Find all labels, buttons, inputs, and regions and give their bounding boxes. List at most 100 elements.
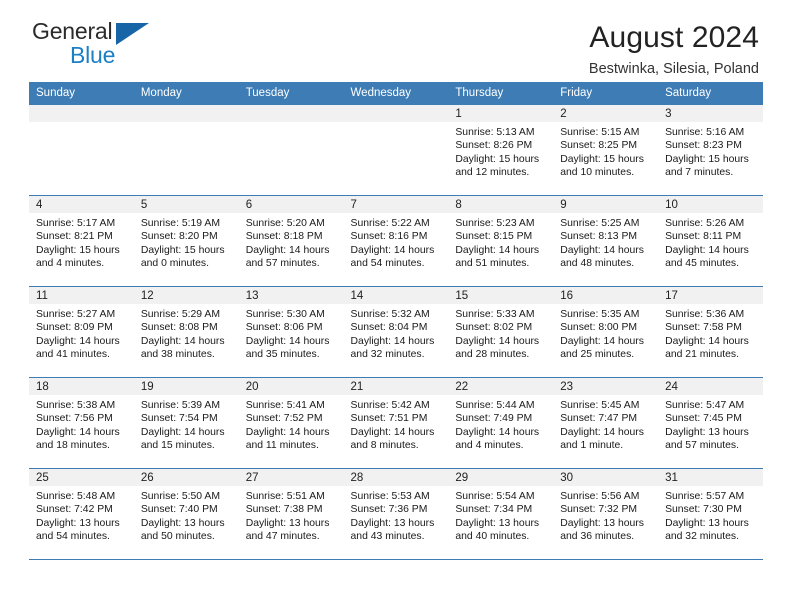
sunset-text: Sunset: 8:21 PM [36,231,113,243]
day-cell[interactable]: 6 Sunrise: 5:20 AM Sunset: 8:18 PM Dayli… [238,195,344,287]
day-cell[interactable]: 27 Sunrise: 5:51 AM Sunset: 7:38 PM Dayl… [238,468,344,560]
daylight-text-line2: and 4 minutes. [36,258,105,270]
day-cell[interactable] [238,104,344,196]
day-info: Sunrise: 5:45 AM Sunset: 7:47 PM Dayligh… [553,395,658,453]
sunset-text: Sunset: 7:49 PM [455,413,533,425]
sunrise-text: Sunrise: 5:22 AM [350,218,430,229]
day-info: Sunrise: 5:42 AM Sunset: 7:51 PM Dayligh… [344,395,449,453]
day-number: 9 [553,196,659,213]
day-info: Sunrise: 5:16 AM Sunset: 8:23 PM Dayligh… [658,122,763,180]
day-cell[interactable]: 19 Sunrise: 5:39 AM Sunset: 7:54 PM Dayl… [133,377,239,469]
day-cell-inner: 30 Sunrise: 5:56 AM Sunset: 7:32 PM Dayl… [553,469,659,559]
sunset-text: Sunset: 7:30 PM [665,504,742,516]
day-cell[interactable]: 30 Sunrise: 5:56 AM Sunset: 7:32 PM Dayl… [553,468,659,560]
day-cell[interactable]: 18 Sunrise: 5:38 AM Sunset: 7:56 PM Dayl… [29,377,134,469]
daylight-text-line2: and 1 minute. [560,440,624,452]
day-cell[interactable]: 7 Sunrise: 5:22 AM Sunset: 8:16 PM Dayli… [343,195,449,287]
day-info [239,122,344,126]
day-cell[interactable]: 8 Sunrise: 5:23 AM Sunset: 8:15 PM Dayli… [448,195,554,287]
day-cell[interactable]: 21 Sunrise: 5:42 AM Sunset: 7:51 PM Dayl… [343,377,449,469]
day-info: Sunrise: 5:17 AM Sunset: 8:21 PM Dayligh… [29,213,134,271]
week-row: 11 Sunrise: 5:27 AM Sunset: 8:09 PM Dayl… [29,286,763,378]
week-row: 4 Sunrise: 5:17 AM Sunset: 8:21 PM Dayli… [29,195,763,287]
sunset-text: Sunset: 8:09 PM [36,322,113,334]
day-cell-inner: 5 Sunrise: 5:19 AM Sunset: 8:20 PM Dayli… [133,196,239,286]
daylight-text-line1: Daylight: 14 hours [455,335,540,347]
day-cell-inner: 28 Sunrise: 5:53 AM Sunset: 7:36 PM Dayl… [343,469,449,559]
sunrise-text: Sunrise: 5:19 AM [140,218,220,229]
day-number: 4 [29,196,134,213]
day-info: Sunrise: 5:38 AM Sunset: 7:56 PM Dayligh… [29,395,134,453]
daylight-text-line2: and 32 minutes. [665,531,739,543]
day-cell[interactable]: 3 Sunrise: 5:16 AM Sunset: 8:23 PM Dayli… [658,104,763,196]
day-cell[interactable]: 10 Sunrise: 5:26 AM Sunset: 8:11 PM Dayl… [658,195,763,287]
daylight-text-line1: Daylight: 15 hours [36,244,120,256]
brand-name-blue: Blue [70,42,116,68]
day-cell[interactable]: 20 Sunrise: 5:41 AM Sunset: 7:52 PM Dayl… [238,377,344,469]
day-cell[interactable]: 9 Sunrise: 5:25 AM Sunset: 8:13 PM Dayli… [553,195,659,287]
day-cell-inner: 8 Sunrise: 5:23 AM Sunset: 8:15 PM Dayli… [448,196,554,286]
day-cell[interactable]: 15 Sunrise: 5:33 AM Sunset: 8:02 PM Dayl… [448,286,554,378]
day-cell[interactable]: 17 Sunrise: 5:36 AM Sunset: 7:58 PM Dayl… [658,286,763,378]
day-number: 21 [343,378,449,395]
day-cell[interactable] [29,104,134,196]
day-number [238,105,344,122]
daylight-text-line2: and 8 minutes. [350,440,419,452]
sunrise-text: Sunrise: 5:36 AM [665,309,745,320]
sunrise-text: Sunrise: 5:17 AM [36,218,116,229]
sunrise-text: Sunrise: 5:32 AM [350,309,430,320]
day-cell-inner: 1 Sunrise: 5:13 AM Sunset: 8:26 PM Dayli… [448,105,554,195]
daylight-text-line1: Daylight: 15 hours [560,153,644,165]
day-number: 12 [133,287,239,304]
day-cell[interactable] [343,104,449,196]
sunrise-text: Sunrise: 5:27 AM [36,309,116,320]
day-number [133,105,239,122]
day-info: Sunrise: 5:53 AM Sunset: 7:36 PM Dayligh… [344,486,449,544]
brand-logo[interactable]: General Blue [32,20,232,76]
day-cell[interactable]: 1 Sunrise: 5:13 AM Sunset: 8:26 PM Dayli… [448,104,554,196]
day-cell-inner: 12 Sunrise: 5:29 AM Sunset: 8:08 PM Dayl… [133,287,239,377]
sunset-text: Sunset: 8:25 PM [560,140,638,152]
daylight-text-line1: Daylight: 14 hours [350,335,435,347]
day-cell[interactable]: 23 Sunrise: 5:45 AM Sunset: 7:47 PM Dayl… [553,377,659,469]
sunrise-text: Sunrise: 5:44 AM [455,400,535,411]
day-cell[interactable]: 13 Sunrise: 5:30 AM Sunset: 8:06 PM Dayl… [238,286,344,378]
day-cell[interactable]: 12 Sunrise: 5:29 AM Sunset: 8:08 PM Dayl… [133,286,239,378]
day-number: 6 [238,196,344,213]
daylight-text-line2: and 41 minutes. [36,349,110,361]
day-cell[interactable]: 4 Sunrise: 5:17 AM Sunset: 8:21 PM Dayli… [29,195,134,287]
day-info: Sunrise: 5:22 AM Sunset: 8:16 PM Dayligh… [344,213,449,271]
sunrise-text: Sunrise: 5:38 AM [36,400,116,411]
sunrise-text: Sunrise: 5:48 AM [36,491,116,502]
daylight-text-line1: Daylight: 14 hours [560,335,644,347]
day-cell[interactable]: 11 Sunrise: 5:27 AM Sunset: 8:09 PM Dayl… [29,286,134,378]
day-cell-inner: 18 Sunrise: 5:38 AM Sunset: 7:56 PM Dayl… [29,378,134,468]
sunrise-text: Sunrise: 5:20 AM [245,218,325,229]
day-cell[interactable] [133,104,239,196]
day-cell[interactable]: 25 Sunrise: 5:48 AM Sunset: 7:42 PM Dayl… [29,468,134,560]
daylight-text-line1: Daylight: 14 hours [36,335,120,347]
sunset-text: Sunset: 8:08 PM [140,322,218,334]
day-info: Sunrise: 5:56 AM Sunset: 7:32 PM Dayligh… [553,486,658,544]
page-header: General Blue August 2024 Bestwinka, Sile… [29,0,763,77]
daylight-text-line1: Daylight: 14 hours [560,244,644,256]
day-cell[interactable]: 22 Sunrise: 5:44 AM Sunset: 7:49 PM Dayl… [448,377,554,469]
day-cell[interactable]: 24 Sunrise: 5:47 AM Sunset: 7:45 PM Dayl… [658,377,763,469]
day-number: 2 [553,105,659,122]
day-number: 18 [29,378,134,395]
day-cell-inner: 19 Sunrise: 5:39 AM Sunset: 7:54 PM Dayl… [133,378,239,468]
day-cell[interactable]: 29 Sunrise: 5:54 AM Sunset: 7:34 PM Dayl… [448,468,554,560]
day-cell[interactable]: 14 Sunrise: 5:32 AM Sunset: 8:04 PM Dayl… [343,286,449,378]
sunrise-text: Sunrise: 5:57 AM [665,491,745,502]
weekday-header-thursday: Thursday [448,82,554,105]
sunrise-text: Sunrise: 5:30 AM [245,309,325,320]
day-cell[interactable]: 26 Sunrise: 5:50 AM Sunset: 7:40 PM Dayl… [133,468,239,560]
day-cell[interactable]: 16 Sunrise: 5:35 AM Sunset: 8:00 PM Dayl… [553,286,659,378]
day-cell-inner: 23 Sunrise: 5:45 AM Sunset: 7:47 PM Dayl… [553,378,659,468]
day-cell[interactable]: 28 Sunrise: 5:53 AM Sunset: 7:36 PM Dayl… [343,468,449,560]
day-cell[interactable]: 5 Sunrise: 5:19 AM Sunset: 8:20 PM Dayli… [133,195,239,287]
daylight-text-line1: Daylight: 14 hours [245,244,330,256]
day-cell[interactable]: 31 Sunrise: 5:57 AM Sunset: 7:30 PM Dayl… [658,468,763,560]
day-cell[interactable]: 2 Sunrise: 5:15 AM Sunset: 8:25 PM Dayli… [553,104,659,196]
sunrise-text: Sunrise: 5:26 AM [665,218,745,229]
